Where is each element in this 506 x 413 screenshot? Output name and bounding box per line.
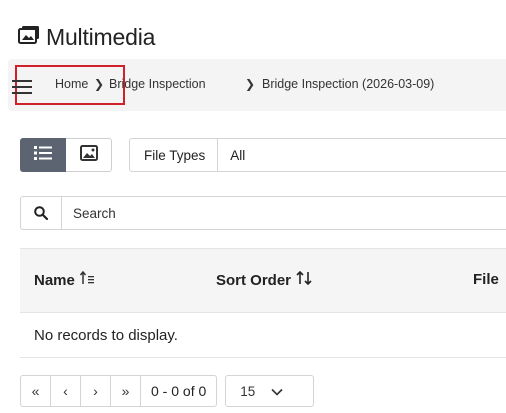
photo-album-icon (18, 25, 40, 50)
page-title-text: Multimedia (46, 23, 156, 50)
page-size-select[interactable]: 15 (225, 375, 315, 407)
pager-info: 0 - 0 of 0 (140, 375, 218, 407)
page-title: Multimedia (18, 22, 155, 52)
list-view-button[interactable] (20, 138, 66, 172)
breadcrumb-bar: Home ❯ Bridge Inspection ❯ Bridge Inspec… (8, 59, 506, 111)
pager-next-button[interactable]: › (80, 375, 111, 407)
pager: « ‹ › » 0 - 0 of 0 15 (20, 375, 315, 407)
pager-prev-button[interactable]: ‹ (50, 375, 81, 407)
sort-updown-icon (296, 270, 312, 289)
image-gallery-icon (79, 144, 98, 166)
grid-empty-message: No records to display. (20, 313, 506, 358)
list-view-icon (34, 145, 52, 165)
view-toggle (20, 138, 112, 172)
file-types-filter[interactable]: File Types All (129, 138, 506, 172)
breadcrumb-item-bridge-inspection-date[interactable]: Bridge Inspection (2026-03-09) (262, 77, 434, 91)
gallery-view-button[interactable] (66, 138, 112, 172)
search-icon (21, 197, 62, 229)
hamburger-menu-icon[interactable] (12, 80, 32, 99)
sort-alpha-asc-icon (79, 270, 96, 289)
grid-header: Name Sort Order File (20, 248, 506, 313)
column-header-name[interactable]: Name (34, 270, 96, 289)
search-box (20, 196, 506, 230)
breadcrumb-item-home[interactable]: Home (55, 77, 88, 91)
pager-first-button[interactable]: « (20, 375, 51, 407)
page-size-value: 15 (240, 383, 256, 399)
column-header-file[interactable]: File (473, 271, 499, 288)
pager-last-button[interactable]: » (110, 375, 141, 407)
column-header-sort-order[interactable]: Sort Order (216, 270, 312, 289)
chevron-down-icon (271, 384, 283, 399)
file-types-value[interactable]: All (218, 148, 245, 163)
file-types-label: File Types (130, 139, 219, 171)
breadcrumb-separator: ❯ (94, 77, 105, 91)
records-grid: Name Sort Order File No records to displ… (20, 248, 506, 358)
breadcrumb-item-bridge-inspection[interactable]: Bridge Inspection (109, 77, 206, 91)
breadcrumb-separator: ❯ (245, 77, 256, 91)
search-input[interactable] (62, 196, 506, 230)
